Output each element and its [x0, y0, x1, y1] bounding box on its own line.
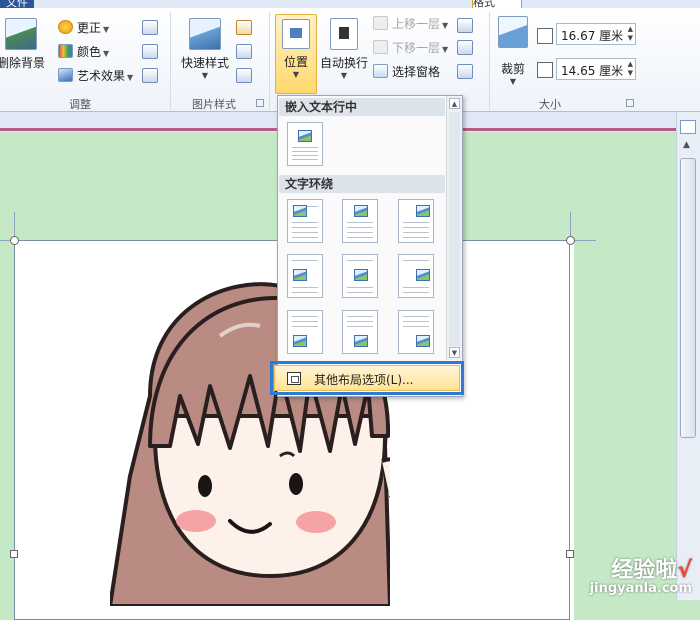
scrollbar-thumb[interactable] [680, 158, 696, 438]
selection-pane-label: 选择窗格 [392, 65, 441, 79]
color-button[interactable]: 颜色 ▼ [58, 42, 109, 62]
position-bottom-center-icon[interactable] [342, 310, 378, 354]
view-ruler-icon[interactable] [680, 120, 696, 134]
remove-background-icon [5, 18, 37, 50]
height-spinner-icon[interactable]: ▲ ▼ [628, 25, 633, 43]
position-bottom-left-icon[interactable] [287, 310, 323, 354]
vertical-scrollbar[interactable]: ▲ [676, 112, 700, 600]
position-middle-center-icon[interactable] [342, 254, 378, 298]
position-top-center-icon[interactable] [342, 199, 378, 243]
group-label-size: 大小 [539, 98, 561, 111]
crop-button[interactable]: 裁剪 ▼ [494, 16, 532, 86]
resize-handle-right[interactable] [566, 550, 574, 558]
corrections-button[interactable]: 更正 ▼ [58, 18, 109, 38]
position-button[interactable]: 位置 ▼ [275, 14, 317, 94]
width-spinner-icon[interactable]: ▲ ▼ [628, 60, 633, 78]
group-separator [170, 12, 171, 110]
send-backward-icon [373, 40, 388, 54]
remove-background-button[interactable]: 删除背景 [0, 18, 46, 71]
artistic-effects-icon [58, 68, 73, 82]
quick-styles-label: 快速样式 [180, 56, 229, 70]
shape-width-icon [537, 62, 553, 78]
watermark: 经验啦√ jingyanla.com [590, 552, 692, 596]
size-launcher-icon[interactable] [626, 99, 634, 107]
tab-format[interactable]: 格式 [472, 0, 522, 8]
selection-pane-button[interactable]: 选择窗格 [373, 62, 440, 82]
inline-with-text-header: 嵌入文本行中 [279, 98, 445, 116]
position-gallery-menu: 嵌入文本行中 文字环绕 ▲ ▼ [277, 95, 463, 397]
scroll-up-icon[interactable]: ▲ [683, 140, 690, 150]
group-label-picture-styles: 图片样式 [192, 98, 236, 111]
shape-height-input[interactable]: 16.67 厘米 ▲ ▼ [556, 23, 636, 45]
send-backward-label: 下移一层 [392, 41, 441, 55]
position-bottom-right-icon[interactable] [398, 310, 434, 354]
picture-effects-icon[interactable] [236, 44, 252, 59]
resize-handle-top-right[interactable] [566, 236, 575, 245]
resize-handle-left[interactable] [10, 550, 18, 558]
compress-pictures-icon[interactable] [142, 20, 158, 35]
artistic-effects-button[interactable]: 艺术效果 ▼ [58, 66, 133, 86]
crop-mark [14, 212, 15, 238]
shape-width-value: 14.65 厘米 [561, 64, 624, 78]
shape-width-input[interactable]: 14.65 厘米 ▲ ▼ [556, 58, 636, 80]
crop-mark [570, 212, 571, 238]
position-top-right-icon[interactable] [398, 199, 434, 243]
picture-border-icon[interactable] [236, 20, 252, 35]
group-separator [269, 12, 270, 110]
wrap-text-icon [330, 18, 358, 50]
gallery-scroll-track [449, 112, 460, 346]
layout-options-icon [287, 372, 301, 385]
ribbon-tabs: 文件 格式 [0, 0, 700, 8]
group-separator [489, 12, 490, 110]
watermark-brand: 经验啦 [611, 558, 678, 583]
crop-mark [574, 240, 596, 241]
position-label: 位置 [283, 55, 308, 69]
watermark-url: jingyanla.com [589, 581, 692, 596]
position-inline-icon[interactable] [287, 122, 323, 166]
bring-forward-button[interactable]: 上移一层 ▼ [373, 14, 448, 34]
bring-forward-icon [373, 16, 388, 30]
group-label-adjust: 调整 [69, 98, 91, 111]
reset-picture-icon[interactable] [142, 68, 158, 83]
with-text-wrapping-header: 文字环绕 [279, 175, 445, 193]
color-icon [58, 44, 73, 58]
position-icon [282, 19, 310, 49]
picture-layout-icon[interactable] [236, 68, 252, 83]
remove-background-label: 删除背景 [0, 56, 45, 70]
selection-pane-icon [373, 64, 388, 78]
more-layout-options-item[interactable]: 其他布局选项(L)... [270, 361, 464, 395]
picture-styles-launcher-icon[interactable] [256, 99, 264, 107]
more-layout-options-label: 其他布局选项(L)... [314, 373, 414, 387]
position-middle-right-icon[interactable] [398, 254, 434, 298]
artistic-effects-label: 艺术效果 [77, 69, 126, 83]
change-picture-icon[interactable] [142, 44, 158, 59]
gallery-scroll-down-icon[interactable]: ▼ [449, 347, 460, 358]
position-top-left-icon[interactable] [287, 199, 323, 243]
gallery-scrollbar[interactable]: ▲ ▼ [446, 96, 462, 360]
quick-styles-icon [189, 18, 221, 50]
color-label: 颜色 [77, 45, 102, 59]
corrections-label: 更正 [77, 21, 102, 35]
more-layout-options-hover[interactable]: 其他布局选项(L)... [274, 365, 460, 391]
tab-file[interactable]: 文件 [0, 0, 34, 8]
crop-label: 裁剪 [500, 62, 525, 76]
position-middle-left-icon[interactable] [287, 254, 323, 298]
wrap-text-button[interactable]: 自动换行 ▼ [318, 18, 370, 81]
quick-styles-button[interactable]: 快速样式 ▼ [178, 18, 232, 81]
align-icon[interactable] [457, 18, 473, 33]
watermark-check-icon: √ [677, 558, 692, 583]
corrections-icon [58, 20, 73, 34]
wrap-text-label: 自动换行 [319, 56, 368, 70]
shape-height-value: 16.67 厘米 [561, 29, 624, 43]
group-objects-icon[interactable] [457, 40, 473, 55]
rotate-icon[interactable] [457, 64, 473, 79]
resize-handle-top-left[interactable] [10, 236, 19, 245]
bring-forward-label: 上移一层 [392, 17, 441, 31]
shape-height-icon [537, 28, 553, 44]
gallery-scroll-up-icon[interactable]: ▲ [449, 98, 460, 109]
send-backward-button[interactable]: 下移一层 ▼ [373, 38, 448, 58]
crop-icon [498, 16, 528, 48]
